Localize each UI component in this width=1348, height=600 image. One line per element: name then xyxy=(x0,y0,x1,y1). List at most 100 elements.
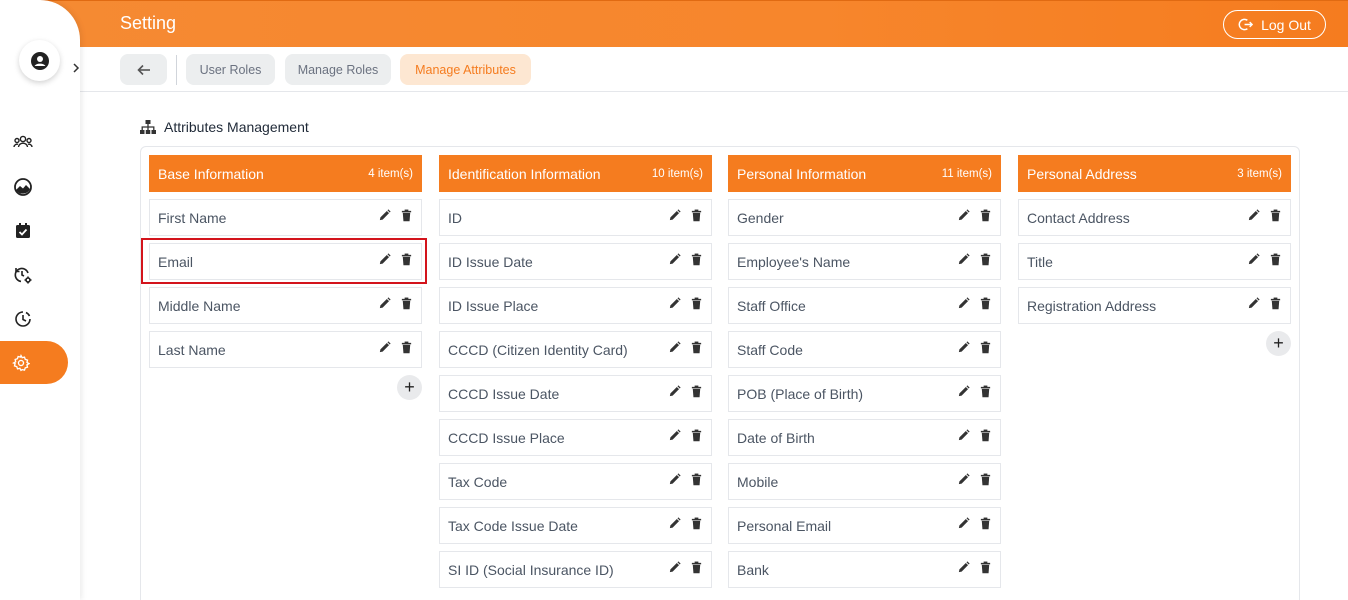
trash-icon[interactable] xyxy=(690,209,703,222)
pencil-icon[interactable] xyxy=(668,516,681,530)
pencil-icon[interactable] xyxy=(378,340,391,354)
edit-button[interactable] xyxy=(668,516,681,535)
trash-icon[interactable] xyxy=(690,385,703,398)
trash-icon[interactable] xyxy=(979,473,992,486)
attribute-item[interactable]: CCCD Issue Date xyxy=(439,375,712,412)
pencil-icon[interactable] xyxy=(668,252,681,266)
attribute-item[interactable]: POB (Place of Birth) xyxy=(728,375,1001,412)
edit-button[interactable] xyxy=(668,252,681,271)
attribute-item[interactable]: CCCD Issue Place xyxy=(439,419,712,456)
delete-button[interactable] xyxy=(400,341,413,359)
nav-users[interactable] xyxy=(11,131,35,155)
pencil-icon[interactable] xyxy=(957,384,970,398)
delete-button[interactable] xyxy=(979,561,992,579)
delete-button[interactable] xyxy=(1269,253,1282,271)
pencil-icon[interactable] xyxy=(378,296,391,310)
delete-button[interactable] xyxy=(979,429,992,447)
edit-button[interactable] xyxy=(668,472,681,491)
attribute-item[interactable]: Title xyxy=(1018,243,1291,280)
add-attribute-button[interactable]: + xyxy=(397,375,422,400)
nav-settings[interactable] xyxy=(0,341,68,384)
delete-button[interactable] xyxy=(979,297,992,315)
edit-button[interactable] xyxy=(668,340,681,359)
edit-button[interactable] xyxy=(1247,296,1260,315)
edit-button[interactable] xyxy=(957,384,970,403)
delete-button[interactable] xyxy=(1269,297,1282,315)
attribute-item[interactable]: CCCD (Citizen Identity Card) xyxy=(439,331,712,368)
attribute-item[interactable]: Bank xyxy=(728,551,1001,588)
trash-icon[interactable] xyxy=(400,341,413,354)
trash-icon[interactable] xyxy=(690,517,703,530)
trash-icon[interactable] xyxy=(1269,253,1282,266)
attribute-item[interactable]: First Name xyxy=(149,199,422,236)
pencil-icon[interactable] xyxy=(957,208,970,222)
edit-button[interactable] xyxy=(1247,252,1260,271)
delete-button[interactable] xyxy=(1269,209,1282,227)
attribute-item[interactable]: Middle Name xyxy=(149,287,422,324)
delete-button[interactable] xyxy=(979,341,992,359)
edit-button[interactable] xyxy=(1247,208,1260,227)
trash-icon[interactable] xyxy=(400,297,413,310)
edit-button[interactable] xyxy=(378,296,391,315)
edit-button[interactable] xyxy=(668,560,681,579)
trash-icon[interactable] xyxy=(1269,297,1282,310)
pencil-icon[interactable] xyxy=(668,340,681,354)
trash-icon[interactable] xyxy=(690,561,703,574)
tab-manage-attributes[interactable]: Manage Attributes xyxy=(400,54,531,85)
pencil-icon[interactable] xyxy=(1247,208,1260,222)
nav-tasks[interactable] xyxy=(11,219,35,243)
delete-button[interactable] xyxy=(690,253,703,271)
edit-button[interactable] xyxy=(957,296,970,315)
delete-button[interactable] xyxy=(979,253,992,271)
delete-button[interactable] xyxy=(690,473,703,491)
delete-button[interactable] xyxy=(400,209,413,227)
trash-icon[interactable] xyxy=(400,209,413,222)
attribute-item[interactable]: Mobile xyxy=(728,463,1001,500)
pencil-icon[interactable] xyxy=(1247,252,1260,266)
trash-icon[interactable] xyxy=(979,341,992,354)
attribute-item[interactable]: Registration Address xyxy=(1018,287,1291,324)
pencil-icon[interactable] xyxy=(668,384,681,398)
trash-icon[interactable] xyxy=(690,253,703,266)
pencil-icon[interactable] xyxy=(957,560,970,574)
delete-button[interactable] xyxy=(690,209,703,227)
add-attribute-button[interactable]: + xyxy=(1266,331,1291,356)
edit-button[interactable] xyxy=(668,384,681,403)
attribute-item[interactable]: Tax Code Issue Date xyxy=(439,507,712,544)
delete-button[interactable] xyxy=(690,517,703,535)
pencil-icon[interactable] xyxy=(957,252,970,266)
pencil-icon[interactable] xyxy=(378,208,391,222)
trash-icon[interactable] xyxy=(979,517,992,530)
attribute-item[interactable]: Staff Code xyxy=(728,331,1001,368)
edit-button[interactable] xyxy=(957,252,970,271)
pencil-icon[interactable] xyxy=(957,428,970,442)
edit-button[interactable] xyxy=(378,340,391,359)
attribute-item[interactable]: Employee's Name xyxy=(728,243,1001,280)
trash-icon[interactable] xyxy=(979,253,992,266)
attribute-item[interactable]: ID xyxy=(439,199,712,236)
pencil-icon[interactable] xyxy=(668,208,681,222)
attribute-item[interactable]: Staff Office xyxy=(728,287,1001,324)
sidebar-expand-chevron-icon[interactable] xyxy=(72,62,80,76)
back-button[interactable] xyxy=(120,54,167,85)
pencil-icon[interactable] xyxy=(668,560,681,574)
trash-icon[interactable] xyxy=(979,561,992,574)
delete-button[interactable] xyxy=(690,385,703,403)
delete-button[interactable] xyxy=(979,385,992,403)
trash-icon[interactable] xyxy=(979,429,992,442)
delete-button[interactable] xyxy=(979,209,992,227)
trash-icon[interactable] xyxy=(690,341,703,354)
delete-button[interactable] xyxy=(979,517,992,535)
trash-icon[interactable] xyxy=(690,473,703,486)
trash-icon[interactable] xyxy=(979,297,992,310)
delete-button[interactable] xyxy=(690,429,703,447)
delete-button[interactable] xyxy=(400,253,413,271)
attribute-item[interactable]: SI ID (Social Insurance ID) xyxy=(439,551,712,588)
trash-icon[interactable] xyxy=(979,209,992,222)
pencil-icon[interactable] xyxy=(378,252,391,266)
delete-button[interactable] xyxy=(690,297,703,315)
nav-timesheet[interactable] xyxy=(11,307,35,331)
attribute-item[interactable]: Date of Birth xyxy=(728,419,1001,456)
edit-button[interactable] xyxy=(957,340,970,359)
nav-dashboard[interactable] xyxy=(11,175,35,199)
